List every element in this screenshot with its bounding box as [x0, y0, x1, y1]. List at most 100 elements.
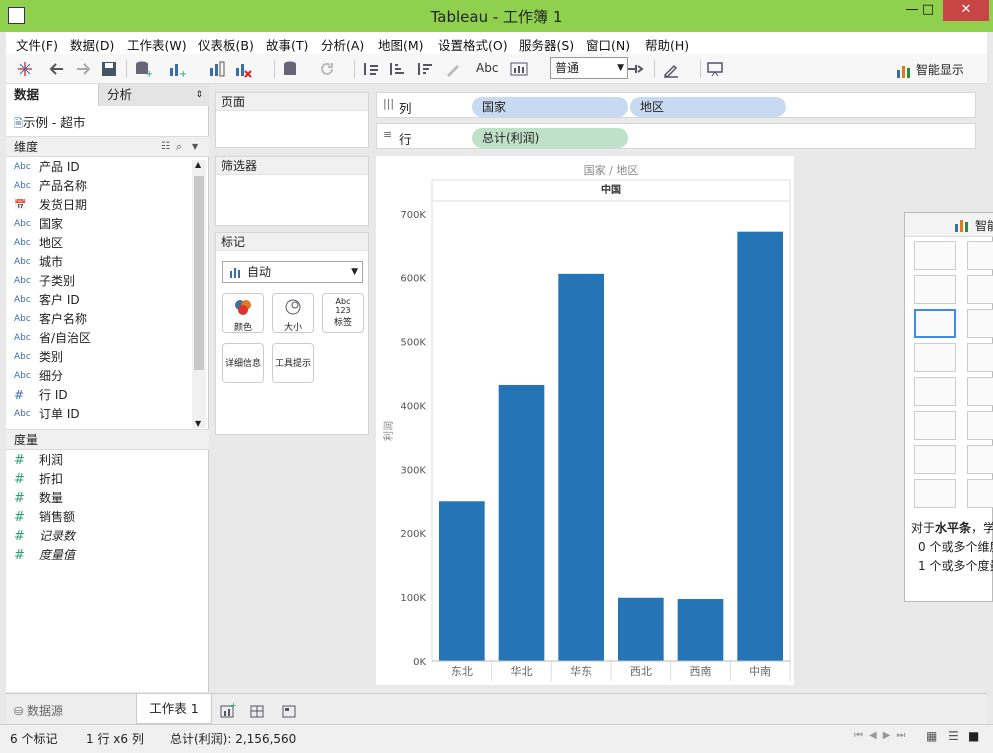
dimension-item[interactable]: Abc 订单 ID	[6, 405, 191, 424]
list-view-icon[interactable]: ☰	[948, 729, 959, 743]
bar[interactable]	[558, 273, 604, 661]
view-toggle-icon[interactable]: ☷	[161, 137, 170, 157]
chart-type-thumbnail[interactable]	[967, 411, 993, 440]
fix-axes-icon[interactable]	[626, 60, 644, 78]
bar[interactable]	[677, 599, 724, 661]
show-labels-button[interactable]: Abc	[476, 61, 498, 75]
column-pill-country[interactable]: 国家	[472, 97, 628, 117]
color-button[interactable]: 颜色	[222, 293, 264, 333]
menu-item-10[interactable]: 帮助(H)	[645, 35, 689, 54]
dimension-item[interactable]: Abc 省/自治区	[6, 329, 191, 348]
measure-item[interactable]: # 折扣	[6, 470, 191, 489]
smart-show-button[interactable]: 智能显示	[896, 61, 964, 78]
filmstrip-view-icon[interactable]: ■	[968, 729, 979, 743]
scrollbar-thumb[interactable]	[194, 176, 204, 370]
sheet-nav-icons[interactable]: ⏮◀▶⏭	[854, 730, 911, 741]
chart-type-thumbnail[interactable]	[914, 377, 956, 406]
tab-analysis[interactable]: 分析 ⇕	[98, 84, 209, 106]
measure-item[interactable]: # 利润	[6, 451, 191, 470]
menu-item-8[interactable]: 服务器(S)	[519, 35, 574, 54]
chart-type-thumbnail[interactable]	[967, 241, 993, 270]
new-worksheet-icon[interactable]: +	[220, 702, 236, 718]
dimension-item[interactable]: # 行 ID	[6, 386, 191, 405]
dimensions-scrollbar[interactable]: ▲ ▼	[192, 160, 206, 428]
close-button[interactable]: ✕	[943, 0, 989, 21]
chart-type-thumbnail[interactable]	[967, 309, 993, 338]
chart-view[interactable]: 国家 / 地区 中国 0K 100K 200K 300K 400K 500K 600K 700K 利…	[376, 156, 794, 685]
new-sheet-icon[interactable]: +	[168, 60, 186, 78]
chart-type-thumbnail[interactable]	[967, 479, 993, 508]
chart-type-thumbnail[interactable]	[914, 241, 956, 270]
bar[interactable]	[737, 231, 783, 661]
chevron-down-icon[interactable]: ▼	[192, 137, 198, 157]
swap-icon[interactable]	[362, 60, 380, 78]
dimension-item[interactable]: Abc 客户名称	[6, 310, 191, 329]
datasource-item[interactable]: 🗎示例 - 超市	[14, 112, 85, 134]
new-story-icon[interactable]	[282, 702, 298, 718]
scroll-down-icon[interactable]: ▼	[195, 419, 201, 428]
group-icon[interactable]	[510, 60, 528, 78]
chart-type-thumbnail[interactable]	[967, 445, 993, 474]
bar[interactable]	[618, 597, 664, 661]
chart-type-thumbnail[interactable]	[914, 275, 956, 304]
tableau-logo-icon[interactable]	[16, 60, 34, 78]
dimension-item[interactable]: Abc 产品 ID	[6, 158, 191, 177]
row-pill-profit[interactable]: 总计(利润)	[472, 128, 628, 148]
datasource-tab[interactable]: ⛁ 数据源	[14, 702, 63, 719]
chart-type-thumbnail[interactable]	[914, 309, 956, 338]
menu-item-2[interactable]: 工作表(W)	[127, 35, 187, 54]
columns-shelf[interactable]: ||| 列 国家 地区	[376, 92, 976, 118]
detail-button[interactable]: 详细信息	[222, 343, 264, 383]
label-button[interactable]: Abc 123 标签	[322, 293, 364, 333]
bar[interactable]	[498, 385, 545, 661]
filters-card[interactable]: 筛选器	[215, 156, 369, 226]
chart-type-thumbnail[interactable]	[914, 445, 956, 474]
annotation-pen-icon[interactable]	[662, 60, 680, 78]
rows-shelf[interactable]: ≡ 行 总计(利润)	[376, 123, 976, 149]
grid-view-icon[interactable]: ▦	[926, 729, 937, 743]
menu-item-7[interactable]: 设置格式(O)	[438, 35, 508, 54]
menu-item-9[interactable]: 窗口(N)	[586, 35, 630, 54]
undo-icon[interactable]	[48, 60, 66, 78]
dimension-item[interactable]: Abc 客户 ID	[6, 291, 191, 310]
dimension-item[interactable]: Abc 类别	[6, 348, 191, 367]
datasource-pause-icon[interactable]	[282, 60, 300, 78]
measure-item[interactable]: # 度量值	[6, 546, 191, 565]
menu-item-1[interactable]: 数据(D)	[70, 35, 114, 54]
sheet-tab-active[interactable]: 工作表 1	[136, 694, 212, 724]
maximize-button[interactable]: □	[911, 0, 945, 21]
save-icon[interactable]	[100, 60, 118, 78]
size-button[interactable]: 大小	[272, 293, 314, 333]
measure-item[interactable]: # 记录数	[6, 527, 191, 546]
search-icon[interactable]: ⌕	[176, 137, 182, 157]
sort-ascending-icon[interactable]	[388, 60, 406, 78]
presentation-mode-icon[interactable]	[706, 60, 724, 78]
new-datasource-icon[interactable]: +	[134, 60, 152, 78]
bar[interactable]	[439, 501, 485, 661]
sort-descending-icon[interactable]	[416, 60, 434, 78]
chart-type-thumbnail[interactable]	[914, 411, 956, 440]
dimension-item[interactable]: Abc 子类别	[6, 272, 191, 291]
chart-type-thumbnail[interactable]	[914, 343, 956, 372]
column-pill-region[interactable]: 地区	[630, 97, 786, 117]
chart-type-thumbnail[interactable]	[967, 377, 993, 406]
highlight-icon[interactable]	[444, 60, 462, 78]
menu-item-3[interactable]: 仪表板(B)	[198, 35, 254, 54]
menu-item-5[interactable]: 分析(A)	[321, 35, 364, 54]
measure-item[interactable]: # 销售额	[6, 508, 191, 527]
dimension-item[interactable]: 📅 发货日期	[6, 196, 191, 215]
dimension-item[interactable]: Abc 产品名称	[6, 177, 191, 196]
new-dashboard-icon[interactable]	[250, 702, 266, 718]
pages-card[interactable]: 页面	[215, 92, 369, 148]
refresh-icon[interactable]	[318, 60, 336, 78]
chart-type-thumbnail[interactable]	[967, 275, 993, 304]
tab-data[interactable]: 数据	[6, 84, 98, 106]
tooltip-button[interactable]: 工具提示	[272, 343, 314, 383]
chart-type-thumbnail[interactable]	[914, 479, 956, 508]
dimension-item[interactable]: Abc 地区	[6, 234, 191, 253]
menu-item-0[interactable]: 文件(F)	[16, 35, 58, 54]
dimension-item[interactable]: Abc 细分	[6, 367, 191, 386]
dimension-item[interactable]: Abc 城市	[6, 253, 191, 272]
clear-sheet-icon[interactable]	[234, 60, 252, 78]
fit-select[interactable]: 普通 ▼	[550, 57, 628, 79]
